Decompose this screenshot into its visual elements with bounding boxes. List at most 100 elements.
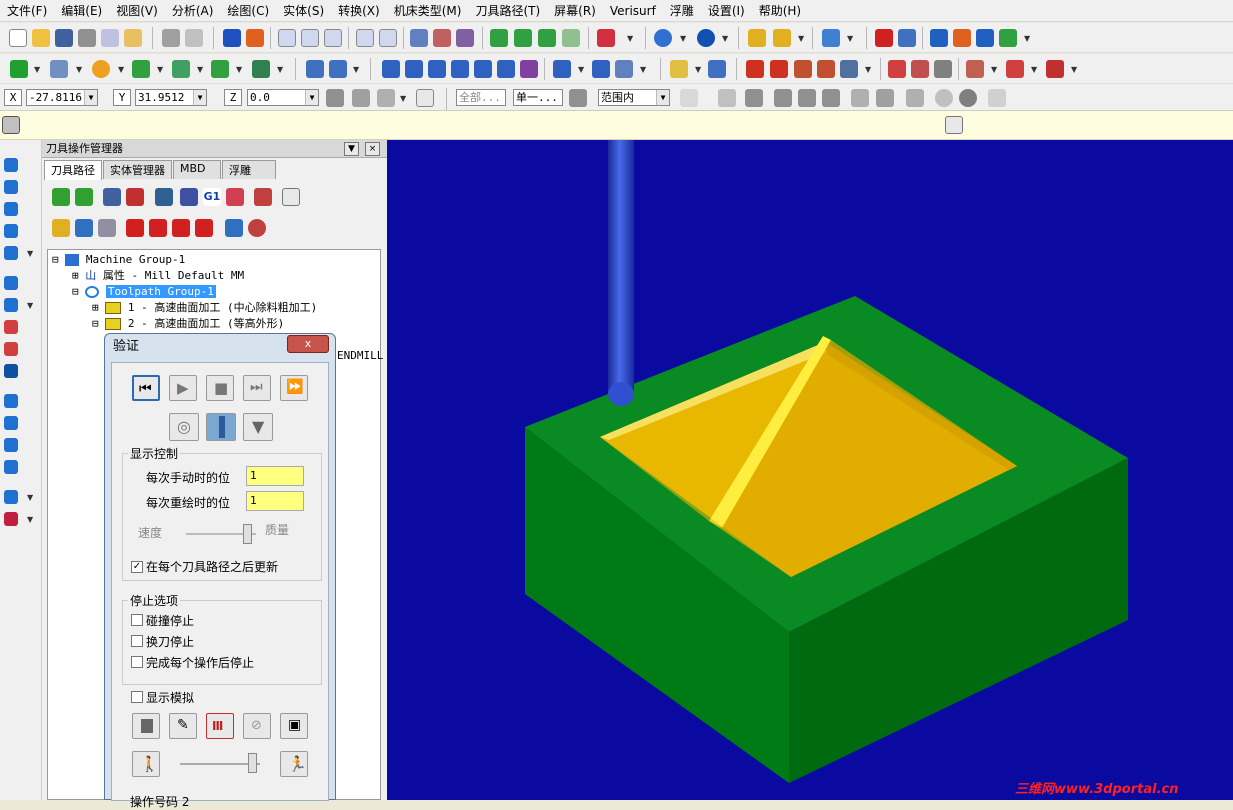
selection-help-icon[interactable] xyxy=(988,89,1006,107)
dialog-close-button[interactable]: x xyxy=(287,335,329,353)
eyedropper-dropdown-icon[interactable]: ▼ xyxy=(847,35,855,43)
delete-ops-icon[interactable] xyxy=(254,188,272,206)
zoom-out-icon[interactable] xyxy=(356,29,374,47)
y-dropdown-icon[interactable]: ▼ xyxy=(193,90,206,105)
menu-analyze[interactable]: 分析(A) xyxy=(165,0,221,22)
sim-save-button[interactable]: ▣ xyxy=(280,713,308,739)
ribbon-solid-icon[interactable] xyxy=(2,116,20,134)
sigma-icon[interactable] xyxy=(976,29,994,47)
print-icon[interactable] xyxy=(78,29,96,47)
color-solid-dropdown-icon[interactable]: ▼ xyxy=(27,516,35,524)
color-solid-icon[interactable] xyxy=(4,512,18,526)
save-icon[interactable] xyxy=(55,29,73,47)
menu-settings[interactable]: 设置(I) xyxy=(701,0,752,22)
eyedropper-icon[interactable] xyxy=(822,29,840,47)
speed-quality-slider-thumb[interactable] xyxy=(243,524,252,544)
translucent-icon[interactable] xyxy=(562,29,580,47)
insert-arrow-icon[interactable] xyxy=(172,219,190,237)
slow-speed-button[interactable]: 🚶 xyxy=(132,751,160,777)
cursor-options-icon[interactable] xyxy=(377,89,395,107)
find-features-icon[interactable] xyxy=(4,460,18,474)
update-after-each-checkbox[interactable]: ✓ xyxy=(131,561,143,573)
select-body-icon[interactable] xyxy=(822,89,840,107)
rewind-button[interactable]: ⏮ xyxy=(132,375,160,401)
x-label[interactable]: X xyxy=(4,89,22,106)
loft-icon[interactable] xyxy=(4,224,18,238)
project-icon[interactable] xyxy=(520,60,538,78)
menu-relief[interactable]: 浮雕 xyxy=(663,0,701,22)
autocursor-icon[interactable] xyxy=(352,89,370,107)
export-dropdown-icon[interactable]: ▼ xyxy=(1024,35,1032,43)
tree-properties[interactable]: ⊞ 山 属性 - Mill Default MM xyxy=(72,268,244,284)
roll-dropdown-icon[interactable]: ▼ xyxy=(578,66,586,74)
redraw-step-input[interactable]: 1 xyxy=(246,491,304,511)
stop-toolchange-checkbox[interactable] xyxy=(131,635,143,647)
ruler-icon[interactable] xyxy=(794,60,812,78)
no-select-icon[interactable] xyxy=(935,89,953,107)
solid-layer-icon[interactable] xyxy=(966,60,984,78)
pencil-dropdown-icon[interactable]: ▼ xyxy=(798,35,806,43)
tree-machine-group[interactable]: ⊟ Machine Group-1 xyxy=(52,252,185,268)
undo-icon[interactable] xyxy=(162,29,180,47)
light-icon[interactable] xyxy=(670,60,688,78)
regenerate-icon[interactable] xyxy=(103,188,121,206)
group-colors-icon[interactable] xyxy=(456,29,474,47)
move-down-icon[interactable] xyxy=(126,219,144,237)
chamfer-icon[interactable] xyxy=(172,60,190,78)
restore-colors-icon[interactable] xyxy=(433,29,451,47)
tree-operation-2[interactable]: ⊟ 2 - 高速曲面加工 (等高外形) xyxy=(92,316,284,332)
fit-icon[interactable] xyxy=(278,29,296,47)
rotate-icon[interactable] xyxy=(405,60,423,78)
sim-collision-button[interactable]: ⊘ xyxy=(243,713,271,739)
post-lock-icon[interactable] xyxy=(98,219,116,237)
surface-icon[interactable] xyxy=(911,60,929,78)
select-all-button[interactable]: 全部... xyxy=(456,89,506,106)
options-button[interactable]: ◎ xyxy=(169,413,199,441)
sphere-icon[interactable] xyxy=(697,29,715,47)
fast-point-icon[interactable] xyxy=(326,89,344,107)
distance-icon[interactable] xyxy=(953,29,971,47)
cursor-dropdown-icon[interactable]: ▼ xyxy=(400,95,408,103)
fillet-dropdown-icon[interactable]: ▼ xyxy=(157,66,165,74)
z-dropdown-icon[interactable]: ▼ xyxy=(305,90,318,105)
offset-icon[interactable] xyxy=(474,60,492,78)
filter-button[interactable]: ▼ xyxy=(243,413,273,441)
selection-range-select[interactable]: 范围内 ▼ xyxy=(598,89,670,106)
menu-help[interactable]: 帮助(H) xyxy=(752,0,808,22)
select-chain-icon[interactable] xyxy=(876,89,894,107)
hidden-line-icon[interactable] xyxy=(514,29,532,47)
list-icon[interactable] xyxy=(770,60,788,78)
tool-holder-icon[interactable] xyxy=(1046,60,1064,78)
help-icon[interactable] xyxy=(416,89,434,107)
eraser-icon[interactable] xyxy=(817,60,835,78)
verify-selection-icon[interactable] xyxy=(906,89,924,107)
tree-operation-1[interactable]: ⊞ 1 - 高速曲面加工 (中心除料粗加工) xyxy=(92,300,317,316)
ribbon-help-icon[interactable] xyxy=(945,116,963,134)
tree-toolpath-group[interactable]: ⊟ Toolpath Group-1 xyxy=(72,284,216,300)
y-coordinate-field[interactable]: 31.9512 ▼ xyxy=(135,89,207,106)
repaint-icon[interactable] xyxy=(246,29,264,47)
z-label[interactable]: Z xyxy=(224,89,242,106)
fillet-icon[interactable] xyxy=(132,60,150,78)
sim-chart-button[interactable]: Ⅲ xyxy=(206,713,234,739)
fast-forward-button[interactable]: ⏩ xyxy=(280,375,308,401)
select-all-ops-icon[interactable] xyxy=(52,188,70,206)
dimension-icon[interactable] xyxy=(930,29,948,47)
stop-collision-checkbox[interactable] xyxy=(131,614,143,626)
boolean-dropdown-icon[interactable]: ▼ xyxy=(27,302,35,310)
spline-icon[interactable] xyxy=(211,60,229,78)
views-dropdown-icon[interactable]: ▼ xyxy=(27,494,35,502)
menu-verisurf[interactable]: Verisurf xyxy=(603,0,663,22)
spline-dropdown-icon[interactable]: ▼ xyxy=(236,66,244,74)
box-dropdown-icon[interactable]: ▼ xyxy=(865,66,873,74)
pan-icon[interactable] xyxy=(223,29,241,47)
view-cube-icon[interactable] xyxy=(597,29,615,47)
solid-layer-dropdown-icon[interactable]: ▼ xyxy=(991,66,999,74)
arc-icon[interactable] xyxy=(92,60,110,78)
graphics-viewport[interactable] xyxy=(387,140,1233,800)
normal-icon[interactable] xyxy=(708,60,726,78)
tab-mbd[interactable]: MBD xyxy=(173,160,221,179)
range-dropdown-icon[interactable]: ▼ xyxy=(656,90,669,105)
stop-each-op-checkbox[interactable] xyxy=(131,656,143,668)
end-selection-icon[interactable] xyxy=(959,89,977,107)
